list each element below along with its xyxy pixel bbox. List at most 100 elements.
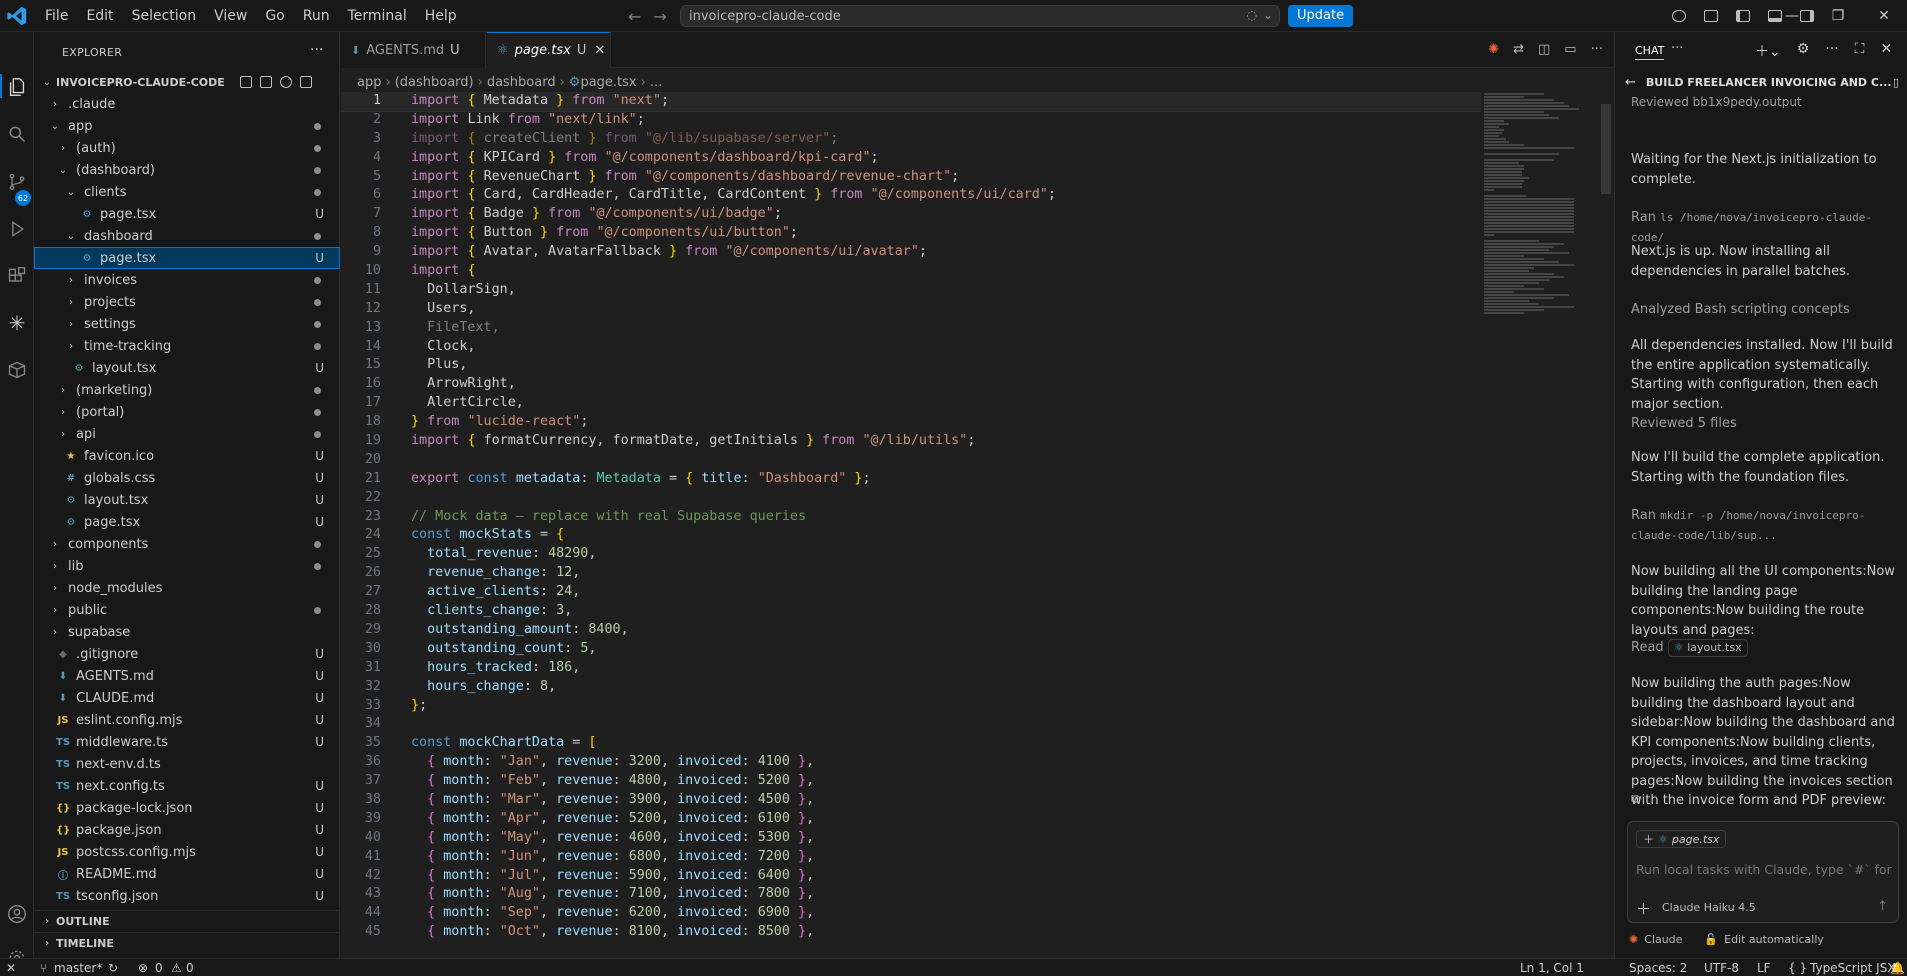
error-count[interactable]: 0	[155, 959, 163, 976]
breadcrumb-item[interactable]: page.tsx	[580, 75, 636, 90]
tree-item[interactable]: ◆ .gitignore U	[34, 643, 340, 665]
more-actions-icon[interactable]: ···	[310, 42, 323, 58]
chat-icon[interactable]: ◌	[1246, 8, 1256, 22]
menu-help[interactable]: Help	[416, 0, 466, 32]
code-line[interactable]: 2 import Link from "next/link";	[341, 111, 1481, 130]
tree-item[interactable]: ⌄ app	[34, 115, 340, 137]
code-line[interactable]: 35 const mockChartData = [	[341, 734, 1481, 753]
send-icon[interactable]: ↑	[1877, 899, 1888, 914]
toggle-layout-icon[interactable]: ▭	[1564, 42, 1576, 57]
minimap[interactable]	[1484, 92, 1599, 612]
code-line[interactable]: 18} from "lucide-react";	[341, 413, 1481, 432]
tool-call-row[interactable]: Reviewed 5 files	[1631, 414, 1899, 434]
extensions-icon[interactable]	[5, 264, 29, 288]
outline-section[interactable]: › OUTLINE	[34, 910, 340, 932]
menu-go[interactable]: Go	[256, 0, 293, 32]
code-line[interactable]: 14 Clock,	[341, 338, 1481, 357]
tool-call-row[interactable]: Analyzed Bash scripting concepts	[1631, 300, 1899, 320]
tree-item[interactable]: › projects	[34, 291, 340, 313]
code-line[interactable]: 36 { month: "Jan", revenue: 3200, invoic…	[341, 753, 1481, 772]
tree-item[interactable]: ⌄ clients	[34, 181, 340, 203]
branch-name[interactable]: master*	[54, 959, 102, 976]
code-line[interactable]: 34	[341, 715, 1481, 734]
new-chat-icon[interactable]: ＋⌄	[1755, 41, 1781, 61]
code-line[interactable]: 7 import { Badge } from "@/components/ui/…	[341, 205, 1481, 224]
line-ending[interactable]: LF	[1757, 959, 1771, 976]
code-line[interactable]: 10 import {	[341, 262, 1481, 281]
more-actions-icon[interactable]: ···	[1671, 41, 1683, 56]
code-line[interactable]: 33};	[341, 697, 1481, 716]
tree-item[interactable]: ⚙ page.tsx U	[34, 511, 340, 533]
command-center[interactable]: invoicepro-claude-code ◌ ⌄	[680, 5, 1280, 27]
code-line[interactable]: 28 clients_change: 3,	[341, 602, 1481, 621]
code-line[interactable]: 22	[341, 489, 1481, 508]
code-line[interactable]: 16 ArrowRight,	[341, 375, 1481, 394]
tree-item[interactable]: ⓘ README.md U	[34, 863, 340, 885]
explorer-icon[interactable]	[5, 75, 29, 99]
editor-scrollbar[interactable]	[1599, 92, 1613, 958]
warning-count[interactable]: 0	[186, 959, 194, 976]
breadcrumb-item[interactable]: dashboard	[487, 75, 556, 90]
tree-item[interactable]: › (marketing)	[34, 379, 340, 401]
code-line[interactable]: 29 outstanding_amount: 8400,	[341, 621, 1481, 640]
code-line[interactable]: 13 FileText,	[341, 319, 1481, 338]
tree-item[interactable]: {} package.json U	[34, 819, 340, 841]
claude-code-icon[interactable]: ✺	[1488, 42, 1499, 57]
code-line[interactable]: 43 { month: "Aug", revenue: 7100, invoic…	[341, 885, 1481, 904]
code-line[interactable]: 44 { month: "Sep", revenue: 6200, invoic…	[341, 904, 1481, 923]
code-line[interactable]: 24 const mockStats = {	[341, 526, 1481, 545]
model-selector[interactable]: Claude Haiku 4.5	[1662, 901, 1756, 914]
toggle-primary-sidebar-icon[interactable]	[1736, 10, 1750, 22]
back-arrow-icon[interactable]: ←	[1625, 75, 1636, 90]
tree-item[interactable]: ⚙ page.tsx U	[34, 247, 340, 269]
code-line[interactable]: 37 { month: "Feb", revenue: 4800, invoic…	[341, 772, 1481, 791]
breadcrumb-item[interactable]: (dashboard)	[395, 75, 474, 90]
tree-item[interactable]: ⬇ AGENTS.md U	[34, 665, 340, 687]
tree-item[interactable]: › settings	[34, 313, 340, 335]
tree-item[interactable]: › .claude	[34, 93, 340, 115]
code-line[interactable]: 8 import { Button } from "@/components/ui…	[341, 224, 1481, 243]
scrollbar-thumb[interactable]	[1601, 104, 1611, 194]
tree-item[interactable]: ⚙ page.tsx U	[34, 203, 340, 225]
forward-arrow-icon[interactable]: →	[653, 7, 666, 26]
indentation[interactable]: Spaces: 2	[1629, 959, 1687, 976]
customize-layout-icon[interactable]	[1704, 10, 1718, 22]
code-line[interactable]: 25 total_revenue: 48290,	[341, 545, 1481, 564]
code-line[interactable]: 12 Users,	[341, 300, 1481, 319]
close-icon[interactable]: ✕	[1880, 41, 1892, 61]
tree-item[interactable]: TS middleware.ts U	[34, 731, 340, 753]
copy-icon[interactable]: ⧉	[1631, 790, 1899, 810]
tree-item[interactable]: › api	[34, 423, 340, 445]
chevron-down-icon[interactable]: ⌄	[1263, 8, 1273, 22]
language-mode[interactable]: TypeScript JSX	[1810, 959, 1896, 976]
tree-item[interactable]: ⚙ layout.tsx U	[34, 357, 340, 379]
code-line[interactable]: 27 active_clients: 24,	[341, 583, 1481, 602]
tree-item[interactable]: › time-tracking	[34, 335, 340, 357]
code-line[interactable]: 20	[341, 451, 1481, 470]
maximize-icon[interactable]: ⛶	[1855, 41, 1865, 61]
encoding[interactable]: UTF-8	[1704, 959, 1739, 976]
code-line[interactable]: 42 { month: "Jul", revenue: 5900, invoic…	[341, 867, 1481, 886]
more-actions-icon[interactable]: ···	[1591, 42, 1603, 57]
accounts-toggle-icon[interactable]	[1672, 10, 1686, 22]
collapse-all-icon[interactable]	[300, 76, 312, 88]
tree-item[interactable]: › (auth)	[34, 137, 340, 159]
code-line[interactable]: 26 revenue_change: 12,	[341, 564, 1481, 583]
tree-item[interactable]: TS next.config.ts U	[34, 775, 340, 797]
restore-icon[interactable]: ❐	[1815, 0, 1861, 32]
tree-item[interactable]: {} package-lock.json U	[34, 797, 340, 819]
agent-label[interactable]: Claude	[1644, 933, 1682, 946]
tree-item[interactable]: JS postcss.config.mjs U	[34, 841, 340, 863]
close-tab-icon[interactable]: ✕	[594, 43, 605, 58]
breadcrumb-item[interactable]: ...	[650, 75, 662, 90]
tree-item[interactable]: › node_modules	[34, 577, 340, 599]
tree-item[interactable]: TS next-env.d.ts	[34, 753, 340, 775]
gear-icon[interactable]: ⚙	[1797, 41, 1810, 61]
compare-changes-icon[interactable]: ⇄	[1513, 42, 1524, 57]
code-line[interactable]: 30 outstanding_count: 5,	[341, 640, 1481, 659]
code-line[interactable]: 19 import { formatCurrency, formatDate, g…	[341, 432, 1481, 451]
menu-run[interactable]: Run	[294, 0, 339, 32]
new-file-icon[interactable]	[240, 76, 252, 88]
back-arrow-icon[interactable]: ←	[628, 7, 641, 26]
tree-item[interactable]: ⌄ (dashboard)	[34, 159, 340, 181]
